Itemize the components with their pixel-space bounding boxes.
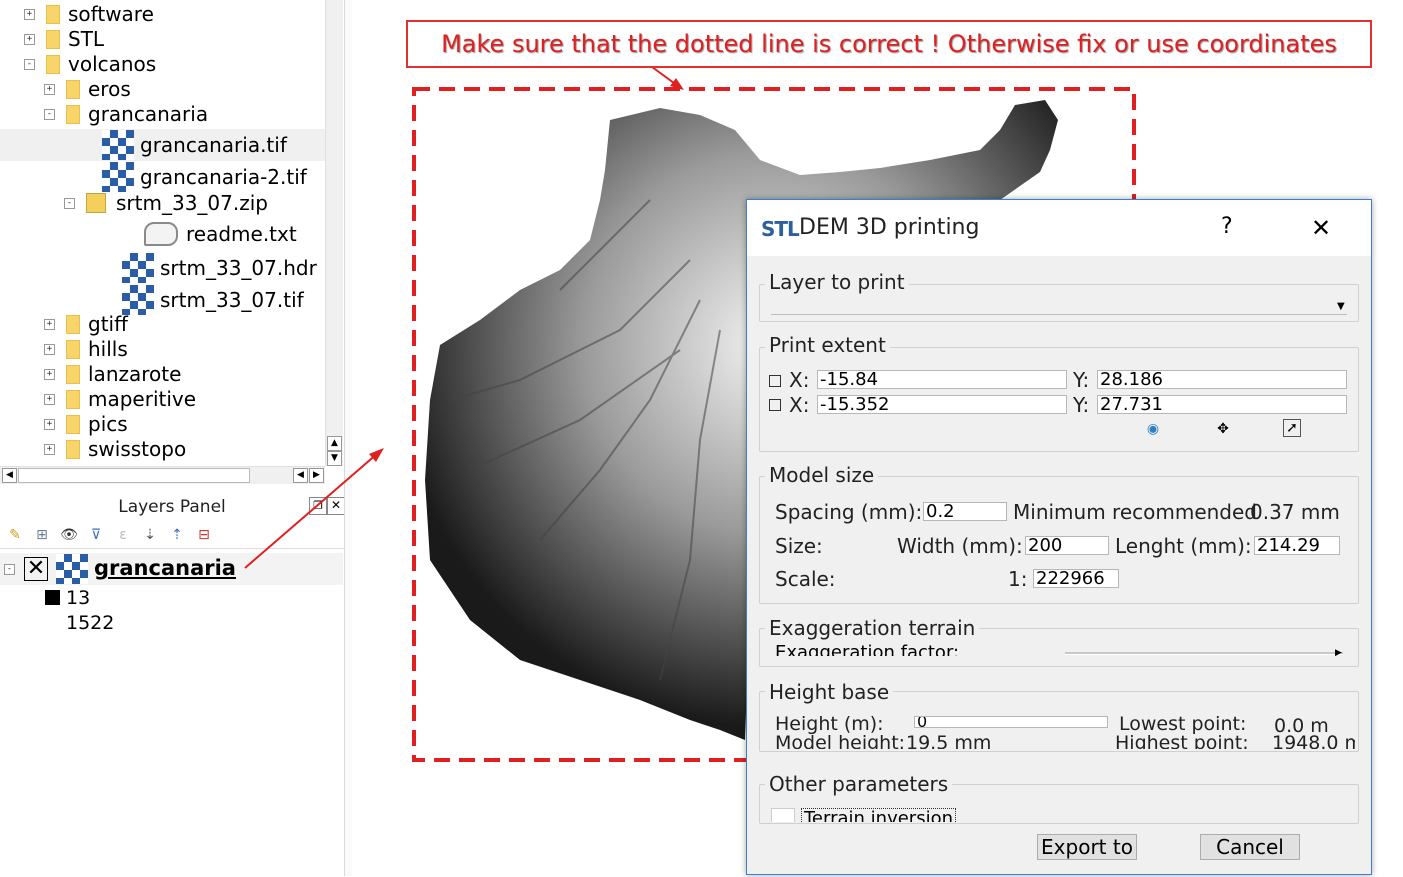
dialog-titlebar[interactable]: STL DEM 3D printing ? ✕ — [747, 200, 1371, 256]
x-min-label: X: — [789, 393, 810, 417]
cancel-button[interactable]: Cancel — [1200, 834, 1300, 860]
layer-group-title: Layer to print — [765, 270, 909, 294]
terrain-inversion-checkbox[interactable] — [771, 808, 795, 822]
terrain-inversion-row: Terrain inversion — [771, 808, 991, 822]
scale-prefix: 1: — [1008, 567, 1028, 591]
highest-point-value: 1948.0 m — [1272, 732, 1355, 749]
pan-move-icon[interactable]: ✥ — [1213, 419, 1233, 439]
lower-right-corner-icon — [769, 399, 781, 411]
y-max-field[interactable]: 28.186 — [1097, 370, 1347, 389]
dialog-title: DEM 3D printing — [799, 215, 980, 240]
export-stl-button[interactable]: Export to STL — [1037, 834, 1137, 860]
exaggeration-group-title: Exaggeration terrain — [765, 616, 980, 640]
stl-logo-icon: STL — [761, 217, 800, 241]
x-min-field[interactable]: -15.352 — [817, 395, 1067, 414]
min-recommended-value: 0.37 mm — [1250, 500, 1340, 524]
x-max-label: X: — [789, 368, 810, 392]
width-field[interactable]: 200 — [1025, 536, 1109, 555]
globe-icon[interactable]: ◉ — [1143, 419, 1163, 439]
x-max-field[interactable]: -15.84 — [817, 370, 1067, 389]
model-height-label: Model height: — [775, 732, 906, 749]
y-min-field[interactable]: 27.731 — [1097, 395, 1347, 414]
callout-text: Make sure that the dotted line is correc… — [441, 30, 1337, 58]
height-base-content: Height (m): 0 Lowest point: 0.0 m Model … — [775, 712, 1355, 749]
highest-point-label: Highest point: — [1115, 732, 1249, 749]
exaggeration-slider[interactable] — [1065, 652, 1343, 655]
height-base-group-title: Height base — [765, 680, 894, 704]
instruction-callout: Make sure that the dotted line is correc… — [406, 20, 1372, 68]
spacing-field[interactable]: 0.2 — [923, 502, 1007, 521]
export-button-label: Export to STL — [1041, 835, 1133, 859]
y-min-label: Y: — [1073, 393, 1090, 417]
height-field[interactable]: 0 — [914, 716, 1108, 728]
scale-label: Scale: — [775, 567, 836, 591]
help-button[interactable]: ? — [1221, 214, 1233, 239]
upper-left-corner-icon — [769, 375, 781, 387]
model-size-group-title: Model size — [765, 463, 879, 487]
model-height-value: 19.5 mm — [906, 732, 992, 749]
width-label: Width (mm): — [897, 534, 1023, 558]
length-field[interactable]: 214.29 — [1254, 536, 1340, 555]
other-params-group-title: Other parameters — [765, 772, 953, 796]
chevron-down-icon[interactable]: ▼ — [1337, 301, 1345, 312]
min-recommended-label: Minimum recommended — [1013, 500, 1258, 524]
select-extent-icon[interactable]: ➚ — [1283, 419, 1301, 437]
length-label: Lenght (mm): — [1115, 534, 1252, 558]
slider-handle-icon[interactable]: ▶ — [1335, 648, 1342, 658]
extent-group-title: Print extent — [765, 333, 890, 357]
close-icon[interactable]: ✕ — [1311, 214, 1331, 242]
terrain-inversion-label: Terrain inversion — [801, 808, 956, 822]
size-label: Size: — [775, 534, 823, 558]
dem-3d-printing-dialog: STL DEM 3D printing ? ✕ Layer to print ▼… — [746, 199, 1372, 875]
y-max-label: Y: — [1073, 368, 1090, 392]
layer-combobox[interactable] — [771, 306, 1347, 315]
scale-field[interactable]: 222966 — [1033, 569, 1119, 588]
spacing-label: Spacing (mm): — [775, 500, 923, 524]
exaggeration-label-clip: Exaggeration factor: — [775, 644, 995, 656]
layer-arrow-line — [244, 452, 379, 569]
exaggeration-label: Exaggeration factor: — [775, 644, 960, 656]
